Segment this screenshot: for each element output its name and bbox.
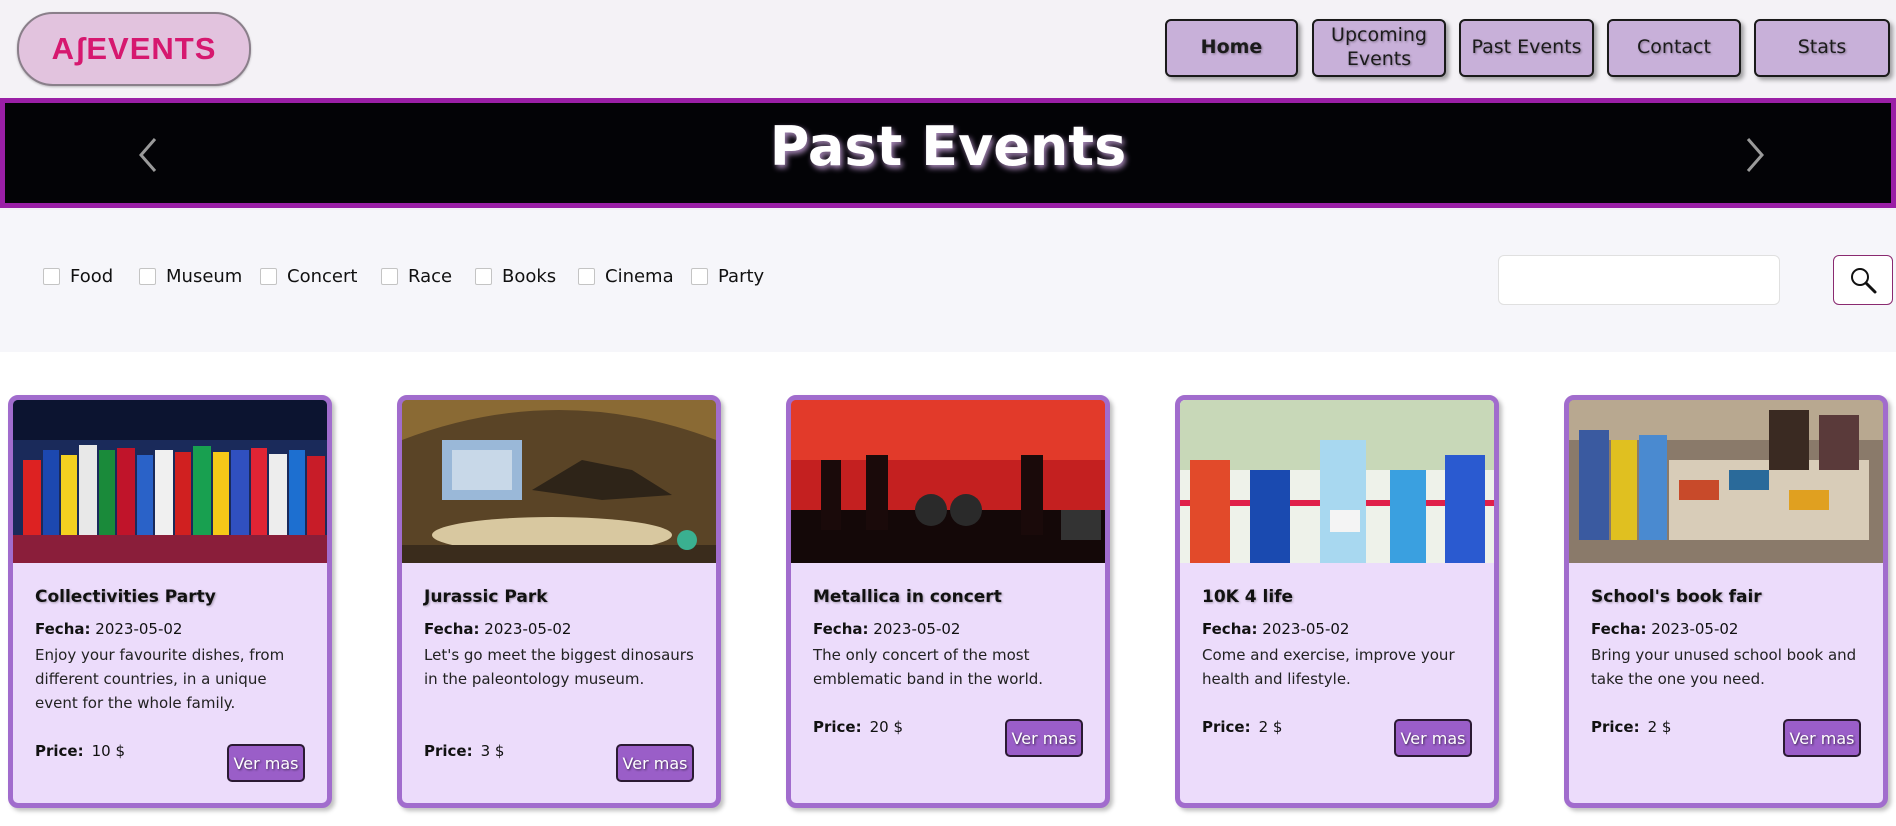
date-label: Fecha: — [35, 620, 91, 638]
event-image — [402, 400, 716, 563]
price-value: 10 $ — [91, 742, 126, 760]
ver-mas-button[interactable]: Ver mas — [227, 744, 305, 782]
header: AʃEVENTS Home Upcoming Events Past Event… — [0, 0, 1896, 98]
checkbox[interactable] — [578, 268, 595, 285]
card-title: Collectivities Party — [35, 587, 216, 607]
category-label: Books — [502, 266, 557, 287]
checkbox[interactable] — [691, 268, 708, 285]
nav-home-button[interactable]: Home — [1165, 19, 1298, 77]
card-title: Metallica in concert — [813, 587, 1002, 607]
category-food[interactable]: Food — [43, 266, 113, 287]
date-value: 2023-05-02 — [95, 620, 183, 638]
card-title: 10K 4 life — [1202, 587, 1294, 607]
event-image — [1569, 400, 1883, 563]
date-label: Fecha: — [424, 620, 480, 638]
date-value: 2023-05-02 — [484, 620, 572, 638]
category-cinema[interactable]: Cinema — [578, 266, 674, 287]
card-description: Enjoy your favourite dishes, from differ… — [35, 646, 285, 712]
filter-bar: Food Museum Concert Race Books Cinema Pa… — [0, 210, 1896, 352]
card-description: Come and exercise, improve your health a… — [1202, 646, 1455, 688]
search-icon — [1851, 268, 1877, 294]
category-books[interactable]: Books — [475, 266, 556, 287]
nav-past-events-button[interactable]: Past Events — [1459, 19, 1594, 77]
chevron-right-icon[interactable] — [1740, 135, 1770, 175]
category-party[interactable]: Party — [691, 266, 764, 287]
card-date: Fecha: 2023-05-02 — [1202, 620, 1349, 638]
date-label: Fecha: — [1591, 620, 1647, 638]
ver-mas-button[interactable]: Ver mas — [616, 744, 694, 782]
ver-mas-button[interactable]: Ver mas — [1005, 719, 1083, 757]
checkbox[interactable] — [475, 268, 492, 285]
nav-upcoming-events-button[interactable]: Upcoming Events — [1312, 19, 1446, 77]
search-input[interactable] — [1498, 255, 1780, 305]
card-date: Fecha: 2023-05-02 — [813, 620, 960, 638]
card-price: Price: 20 $ — [813, 718, 903, 736]
price-value: 3 $ — [480, 742, 505, 760]
card-title: Jurassic Park — [424, 587, 548, 607]
event-image — [13, 400, 327, 563]
event-card: Collectivities Party Fecha: 2023-05-02 E… — [8, 395, 332, 808]
category-race[interactable]: Race — [381, 266, 452, 287]
card-price: Price: 10 $ — [35, 742, 125, 760]
nav-contact-button[interactable]: Contact — [1607, 19, 1741, 77]
card-description: Bring your unused school book and take t… — [1591, 646, 1857, 688]
price-label: Price: — [1202, 718, 1251, 736]
ver-mas-button[interactable]: Ver mas — [1394, 719, 1472, 757]
event-image — [791, 400, 1105, 563]
price-label: Price: — [35, 742, 84, 760]
nav-stats-button[interactable]: Stats — [1754, 19, 1890, 77]
price-label: Price: — [813, 718, 862, 736]
date-value: 2023-05-02 — [873, 620, 961, 638]
event-card: School's book fair Fecha: 2023-05-02 Bri… — [1564, 395, 1888, 808]
checkbox[interactable] — [43, 268, 60, 285]
event-image — [1180, 400, 1494, 563]
banner-carousel: Past Events — [0, 98, 1896, 208]
category-concert[interactable]: Concert — [260, 266, 357, 287]
event-card: Metallica in concert Fecha: 2023-05-02 T… — [786, 395, 1110, 808]
category-label: Museum — [166, 266, 243, 287]
card-price: Price: 3 $ — [424, 742, 504, 760]
category-label: Race — [408, 266, 453, 287]
card-price: Price: 2 $ — [1202, 718, 1282, 736]
logo[interactable]: AʃEVENTS — [17, 12, 251, 86]
date-value: 2023-05-02 — [1651, 620, 1739, 638]
card-description: The only concert of the most emblematic … — [813, 646, 1044, 688]
price-value: 20 $ — [869, 718, 904, 736]
price-label: Price: — [1591, 718, 1640, 736]
date-value: 2023-05-02 — [1262, 620, 1350, 638]
checkbox[interactable] — [381, 268, 398, 285]
page-title: Past Events — [769, 115, 1127, 178]
date-label: Fecha: — [813, 620, 869, 638]
category-label: Food — [70, 266, 114, 287]
date-label: Fecha: — [1202, 620, 1258, 638]
checkbox[interactable] — [139, 268, 156, 285]
card-price: Price: 2 $ — [1591, 718, 1671, 736]
category-museum[interactable]: Museum — [139, 266, 242, 287]
checkbox[interactable] — [260, 268, 277, 285]
category-label: Party — [718, 266, 765, 287]
card-date: Fecha: 2023-05-02 — [35, 620, 182, 638]
price-value: 2 $ — [1647, 718, 1672, 736]
card-date: Fecha: 2023-05-02 — [1591, 620, 1738, 638]
ver-mas-button[interactable]: Ver mas — [1783, 719, 1861, 757]
event-card: 10K 4 life Fecha: 2023-05-02 Come and ex… — [1175, 395, 1499, 808]
price-value: 2 $ — [1258, 718, 1283, 736]
price-label: Price: — [424, 742, 473, 760]
category-label: Concert — [287, 266, 358, 287]
category-label: Cinema — [605, 266, 674, 287]
logo-text: AʃEVENTS — [51, 31, 217, 66]
card-date: Fecha: 2023-05-02 — [424, 620, 571, 638]
card-description: Let's go meet the biggest dinosaurs in t… — [424, 646, 694, 688]
card-title: School's book fair — [1591, 587, 1762, 607]
event-card: Jurassic Park Fecha: 2023-05-02 Let's go… — [397, 395, 721, 808]
search-button[interactable] — [1833, 255, 1893, 305]
